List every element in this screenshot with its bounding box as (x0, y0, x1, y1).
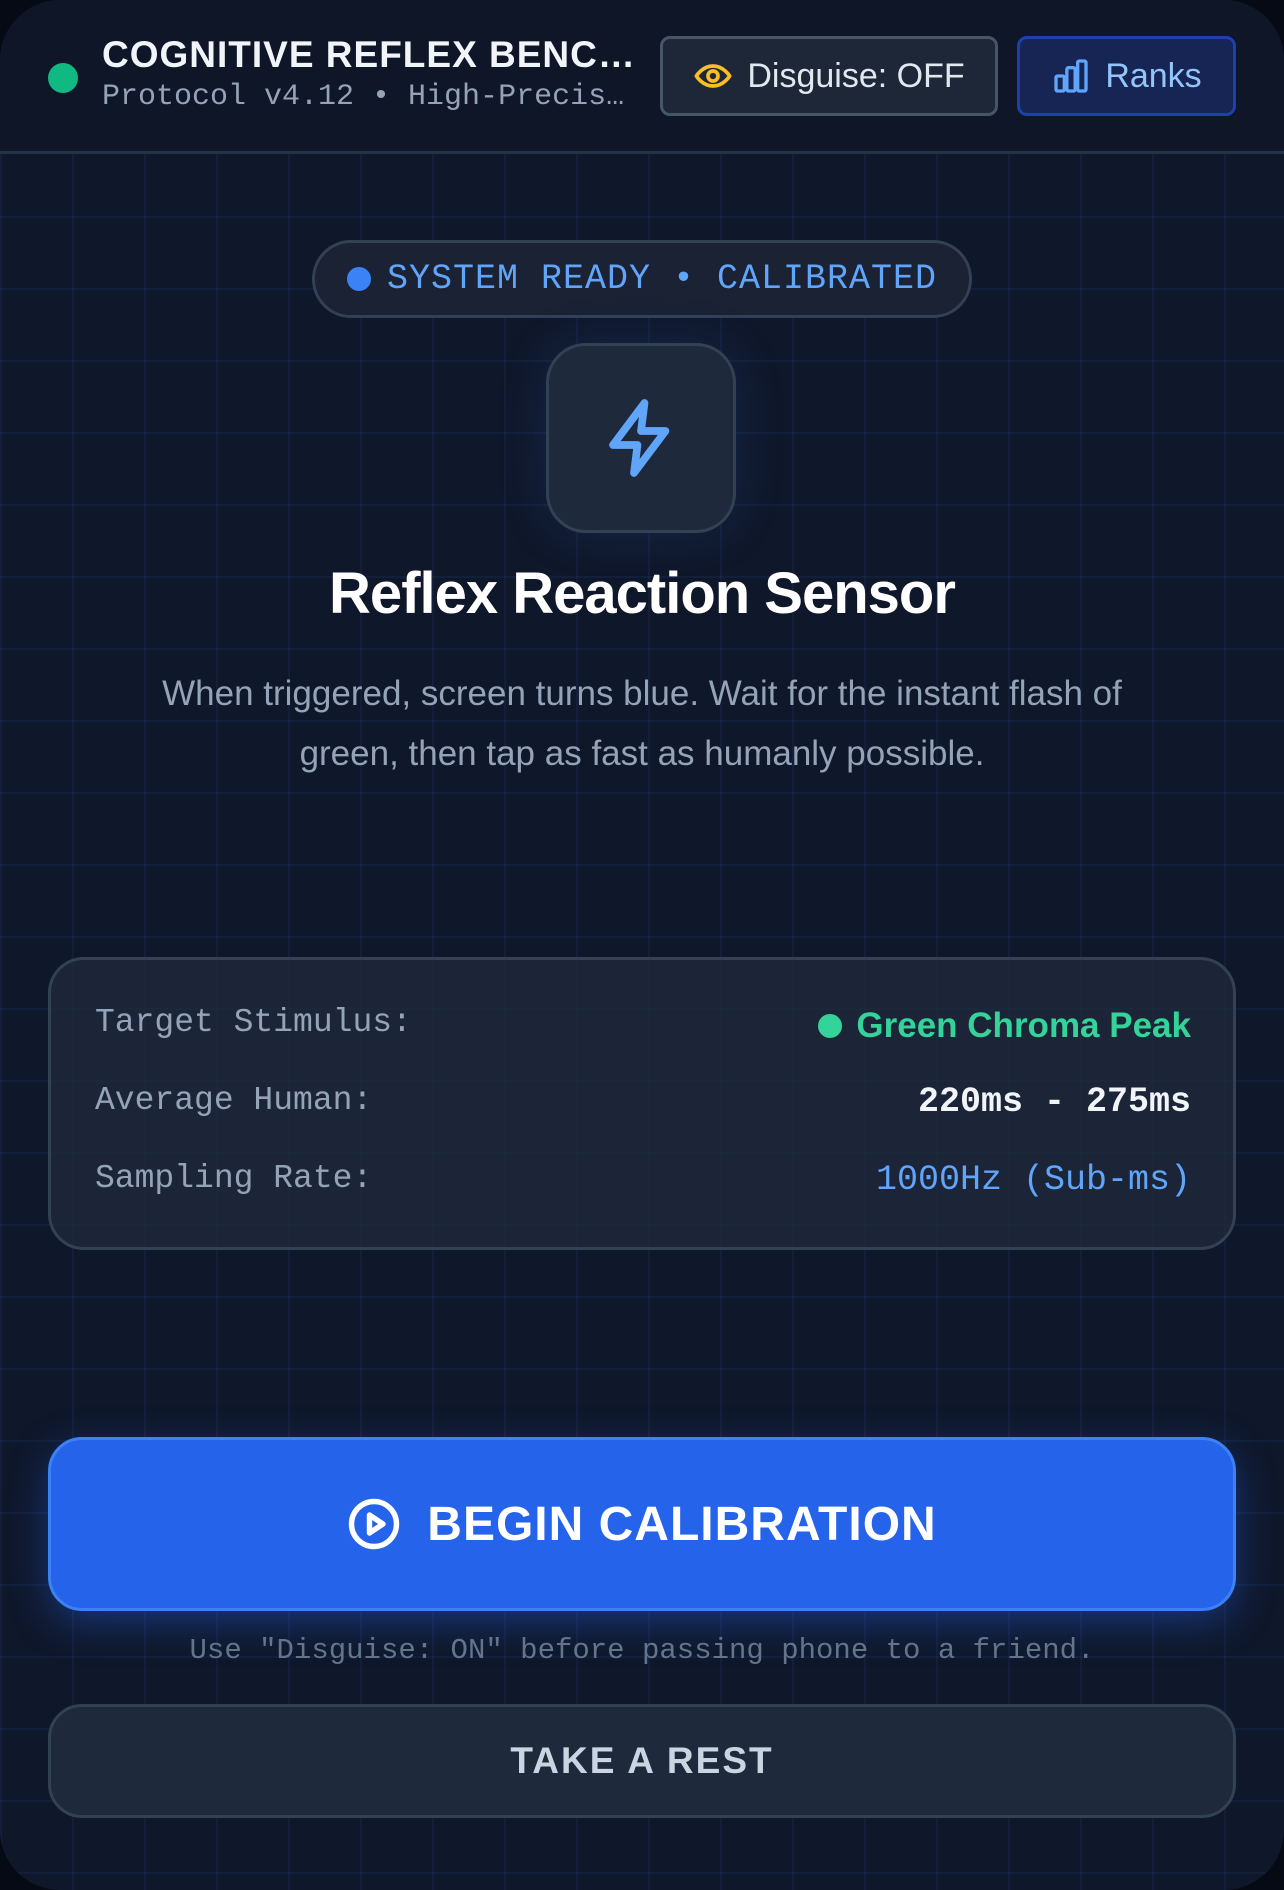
average-human-label: Average Human: (95, 1082, 373, 1119)
lightning-bolt-icon (599, 396, 683, 480)
page-title: Reflex Reaction Sensor (329, 561, 956, 626)
green-indicator-dot (818, 1014, 843, 1038)
eye-icon (693, 56, 733, 96)
app-screen: COGNITIVE REFLEX BENCHMARK Protocol v4.1… (0, 0, 1284, 1890)
online-status-dot (48, 63, 78, 93)
begin-calibration-label: BEGIN CALIBRATION (427, 1497, 937, 1551)
begin-calibration-button[interactable]: BEGIN CALIBRATION (48, 1437, 1236, 1611)
ranks-button[interactable]: Ranks (1017, 36, 1236, 116)
bar-chart-icon (1051, 56, 1091, 96)
take-a-rest-button[interactable]: TAKE A REST (48, 1704, 1236, 1818)
target-stimulus-label: Target Stimulus: (95, 1004, 412, 1041)
target-stimulus-text: Green Chroma Peak (856, 1006, 1191, 1045)
status-indicator-dot (346, 267, 371, 291)
disguise-label: Disguise: OFF (747, 56, 965, 95)
app-header: COGNITIVE REFLEX BENCHMARK Protocol v4.1… (0, 0, 1284, 154)
status-label: SYSTEM READY • CALIBRATED (386, 259, 938, 299)
page-description: When triggered, screen turns blue. Wait … (162, 674, 1122, 773)
average-human-value: 220ms - 275ms (917, 1082, 1191, 1122)
protocol-info-card: Target Stimulus: Green Chroma Peak Avera… (48, 957, 1236, 1250)
system-status-badge: SYSTEM READY • CALIBRATED (312, 240, 972, 318)
sampling-rate-value: 1000Hz (Sub-ms) (875, 1160, 1191, 1200)
play-circle-icon (347, 1497, 401, 1551)
disguise-hint-text: Use "Disguise: ON" before passing phone … (189, 1634, 1095, 1667)
app-title: COGNITIVE REFLEX BENCHMARK (102, 34, 642, 75)
disguise-toggle-button[interactable]: Disguise: OFF (660, 36, 998, 116)
app-subtitle: Protocol v4.12 • High-Precision (102, 80, 642, 114)
target-stimulus-value: Green Chroma Peak (818, 1006, 1191, 1046)
sensor-icon-tile (546, 343, 736, 533)
ranks-label: Ranks (1105, 56, 1202, 95)
sampling-rate-label: Sampling Rate: (95, 1160, 373, 1197)
